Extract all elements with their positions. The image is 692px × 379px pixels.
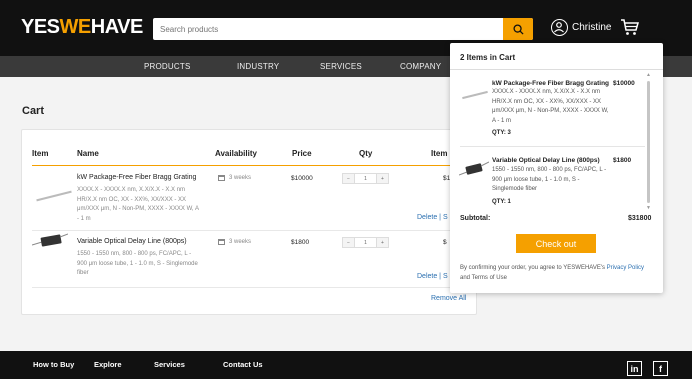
qty-value[interactable]: 1 (354, 174, 377, 183)
page-title: Cart (22, 105, 45, 117)
search-button[interactable] (503, 18, 533, 40)
linkedin-icon[interactable]: in (627, 361, 642, 376)
cart-button[interactable] (620, 17, 640, 42)
availability-text: 3 weeks (229, 175, 252, 181)
delay-line-thumbnail (32, 233, 68, 247)
mini-cart-item-price: $1800 (613, 157, 632, 164)
nav-item-products[interactable]: PRODUCTS (144, 62, 191, 71)
nav-item-services[interactable]: SERVICES (320, 62, 362, 71)
quantity-stepper[interactable]: − 1 + (342, 237, 389, 248)
calendar-icon (218, 239, 225, 245)
shopping-cart-icon (621, 19, 639, 35)
availability: 3 weeks (218, 175, 251, 181)
mini-cart-item-qty: QTY: 1 (492, 199, 511, 205)
column-header-item-total: Item (431, 149, 448, 158)
row-actions: Delete | S (417, 214, 448, 221)
product-name-link[interactable]: kW Package-Free Fiber Bragg Grating (77, 174, 196, 181)
row-actions: Delete | S (417, 273, 448, 280)
mini-cart-item-qty: QTY: 3 (492, 130, 511, 136)
qty-decrease-button[interactable]: − (343, 238, 354, 247)
mini-cart-scrollbar[interactable]: ▲ ▼ (646, 73, 651, 213)
item-total: $ (443, 239, 447, 246)
row-divider (32, 230, 468, 231)
save-link[interactable]: S (443, 214, 448, 221)
logo-text-prefix: YES (21, 16, 60, 38)
delete-link[interactable]: Delete (417, 273, 437, 280)
qty-decrease-button[interactable]: − (343, 174, 354, 183)
scroll-up-arrow-icon[interactable]: ▲ (646, 73, 651, 78)
checkout-button[interactable]: Check out (516, 234, 596, 253)
terms-text: By confirming your order, you agree to Y… (460, 265, 607, 271)
footer-link-explore[interactable]: Explore (94, 360, 122, 369)
qty-increase-button[interactable]: + (377, 174, 388, 183)
column-header-item: Item (32, 149, 49, 158)
mini-cart-item-name[interactable]: Variable Optical Delay Line (800ps) (492, 156, 610, 165)
column-header-qty: Qty (359, 149, 373, 158)
save-link[interactable]: S (443, 273, 448, 280)
delay-line-thumbnail (459, 161, 489, 176)
product-name-link[interactable]: Variable Optical Delay Line (800ps) (77, 238, 187, 245)
logo-text-suffix: HAVE (90, 16, 144, 38)
column-header-availability: Availability (215, 149, 257, 158)
subtotal-label: Subtotal: (460, 215, 491, 222)
logo-text-accent: WE (59, 16, 92, 38)
delete-link[interactable]: Delete (417, 214, 437, 221)
availability-text: 3 weeks (229, 239, 252, 245)
header-divider (32, 165, 468, 166)
site-footer: How to Buy Explore Services Contact Us (0, 351, 692, 379)
qty-increase-button[interactable]: + (377, 238, 388, 247)
remove-all-link[interactable]: Remove All (431, 295, 466, 302)
user-name: Christine (572, 22, 612, 33)
privacy-policy-link[interactable]: Privacy Policy (607, 265, 644, 271)
scrollbar-thumb[interactable] (647, 81, 650, 203)
mini-cart-item-divider (460, 146, 645, 147)
column-header-price: Price (292, 149, 312, 158)
mini-cart-popup: 2 Items in Cart kW Package-Free Fiber Br… (450, 43, 663, 293)
footer-link-contact-us[interactable]: Contact Us (223, 360, 263, 369)
footer-link-services[interactable]: Services (154, 360, 185, 369)
mini-cart-item-description: XXXX.X - XXXX.X nm, X.X/X.X - X.X nm HR/… (492, 89, 609, 124)
calendar-icon (218, 175, 225, 181)
user-avatar-icon (551, 19, 568, 36)
terms-notice: By confirming your order, you agree to Y… (460, 263, 650, 283)
mini-cart-item-name[interactable]: kW Package-Free Fiber Bragg Grating (492, 79, 610, 88)
search-icon (512, 23, 524, 35)
nav-item-industry[interactable]: INDUSTRY (237, 62, 279, 71)
mini-cart-title: 2 Items in Cart (460, 53, 516, 62)
unit-price: $10000 (291, 175, 313, 182)
scroll-down-arrow-icon[interactable]: ▼ (646, 206, 651, 211)
quantity-stepper[interactable]: − 1 + (342, 173, 389, 184)
footer-link-how-to-buy[interactable]: How to Buy (33, 360, 74, 369)
unit-price: $1800 (291, 239, 310, 246)
user-menu[interactable]: Christine (551, 19, 611, 36)
mini-cart-divider (450, 69, 663, 70)
fiber-grating-thumbnail (462, 90, 488, 100)
site-logo[interactable]: YESWEHAVE (21, 16, 143, 39)
facebook-icon[interactable]: f (653, 361, 668, 376)
fiber-grating-thumbnail (36, 190, 72, 202)
mini-cart-item-description: 1550 - 1550 nm, 800 - 800 ps, FC/APC, L … (492, 167, 607, 192)
row-divider (32, 287, 468, 288)
column-header-name: Name (77, 149, 99, 158)
availability: 3 weeks (218, 239, 251, 245)
subtotal-value: $31800 (628, 215, 652, 222)
nav-item-company[interactable]: COMPANY (400, 62, 441, 71)
terms-text-end: and Terms of Use (460, 275, 507, 281)
product-description: 1550 - 1550 nm, 800 - 800 ps, FC/APC, L … (77, 251, 198, 276)
search-input[interactable] (153, 18, 503, 40)
search-bar (153, 18, 533, 40)
product-description: XXXX.X - XXXX.X nm, X.X/X.X - X.X nm HR/… (77, 187, 199, 222)
cart-table: Item Name Availability Price Qty Item kW… (21, 129, 477, 315)
mini-cart-item-price: $10000 (613, 80, 635, 87)
qty-value[interactable]: 1 (354, 238, 377, 247)
